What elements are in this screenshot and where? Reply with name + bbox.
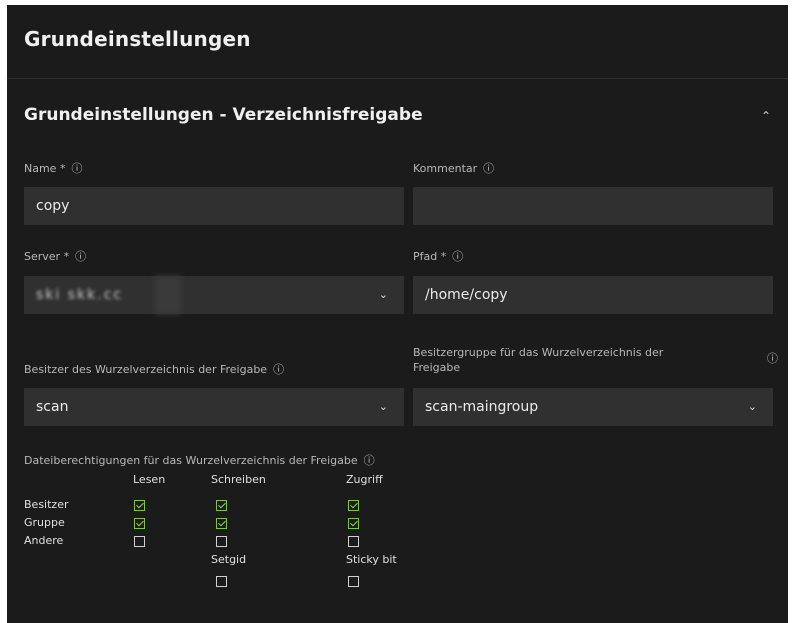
- checkbox-gruppe-lesen[interactable]: [134, 518, 145, 529]
- gruppe-label-line1: Besitzergruppe für das Wurzelverzeichnis…: [413, 346, 664, 359]
- column-header-zugriff: Zugriff: [346, 473, 383, 486]
- page-title: Grundeinstellungen: [24, 27, 251, 51]
- server-label-text: Server *: [24, 250, 70, 263]
- settings-panel: Grundeinstellungen Grundeinstellungen - …: [7, 5, 788, 623]
- chevron-down-icon[interactable]: ⌄: [379, 276, 388, 314]
- permissions-label-text: Dateiberechtigungen für das Wurzelverzei…: [24, 454, 358, 467]
- help-icon[interactable]: ⓘ: [364, 453, 375, 468]
- help-icon[interactable]: ⓘ: [483, 161, 494, 176]
- server-label: Server * ⓘ: [24, 249, 86, 264]
- chevron-down-icon[interactable]: ⌄: [748, 388, 757, 426]
- checkbox-besitzer-schreiben[interactable]: [216, 500, 227, 511]
- chevron-up-icon[interactable]: ⌃: [761, 109, 771, 123]
- gruppe-label-line2: Freigabe: [413, 361, 461, 374]
- help-icon[interactable]: ⓘ: [75, 249, 86, 264]
- checkbox-besitzer-lesen[interactable]: [134, 500, 145, 511]
- permissions-label: Dateiberechtigungen für das Wurzelverzei…: [24, 453, 375, 468]
- kommentar-input[interactable]: [413, 187, 773, 225]
- sticky-bit-label: Sticky bit: [346, 553, 397, 566]
- divider: [7, 78, 788, 79]
- checkbox-gruppe-zugriff[interactable]: [348, 518, 359, 529]
- besitzer-value: scan: [36, 399, 69, 415]
- pfad-label-text: Pfad *: [413, 250, 447, 263]
- name-input[interactable]: copy: [24, 187, 404, 225]
- gruppe-label: Besitzergruppe für das Wurzelverzeichnis…: [413, 345, 663, 375]
- name-value: copy: [36, 198, 70, 214]
- checkbox-setgid[interactable]: [216, 576, 227, 587]
- checkbox-andere-schreiben[interactable]: [216, 536, 227, 547]
- section-title[interactable]: Grundeinstellungen - Verzeichnisfreigabe: [24, 105, 423, 125]
- checkbox-besitzer-zugriff[interactable]: [348, 500, 359, 511]
- redaction-patch: [155, 276, 181, 314]
- checkbox-gruppe-schreiben[interactable]: [216, 518, 227, 529]
- checkbox-sticky-bit[interactable]: [348, 576, 359, 587]
- server-select[interactable]: ski skk.cc ⌄: [24, 276, 404, 314]
- checkbox-andere-lesen[interactable]: [134, 536, 145, 547]
- column-header-lesen: Lesen: [133, 473, 166, 486]
- pfad-input[interactable]: /home/copy: [413, 276, 773, 314]
- row-label-gruppe: Gruppe: [24, 516, 65, 529]
- gruppe-select[interactable]: scan-maingroup ⌄: [413, 388, 773, 426]
- besitzer-select[interactable]: scan ⌄: [24, 388, 404, 426]
- column-header-schreiben: Schreiben: [211, 473, 266, 486]
- help-icon[interactable]: ⓘ: [273, 362, 284, 377]
- chevron-down-icon[interactable]: ⌄: [379, 388, 388, 426]
- help-icon[interactable]: ⓘ: [452, 249, 463, 264]
- name-label: Name * ⓘ: [24, 161, 82, 176]
- pfad-label: Pfad * ⓘ: [413, 249, 463, 264]
- name-label-text: Name *: [24, 162, 66, 175]
- server-value: ski skk.cc: [36, 287, 124, 303]
- besitzer-label: Besitzer des Wurzelverzeichnis der Freig…: [24, 362, 284, 377]
- kommentar-label-text: Kommentar: [413, 162, 478, 175]
- row-label-andere: Andere: [24, 534, 64, 547]
- row-label-besitzer: Besitzer: [24, 498, 69, 511]
- help-icon[interactable]: ⓘ: [71, 161, 82, 176]
- kommentar-label: Kommentar ⓘ: [413, 161, 494, 176]
- besitzer-label-text: Besitzer des Wurzelverzeichnis der Freig…: [24, 363, 268, 376]
- setgid-label: Setgid: [211, 553, 247, 566]
- checkbox-andere-zugriff[interactable]: [348, 536, 359, 547]
- pfad-value: /home/copy: [425, 287, 508, 303]
- gruppe-value: scan-maingroup: [425, 399, 539, 415]
- help-icon[interactable]: ⓘ: [767, 351, 778, 366]
